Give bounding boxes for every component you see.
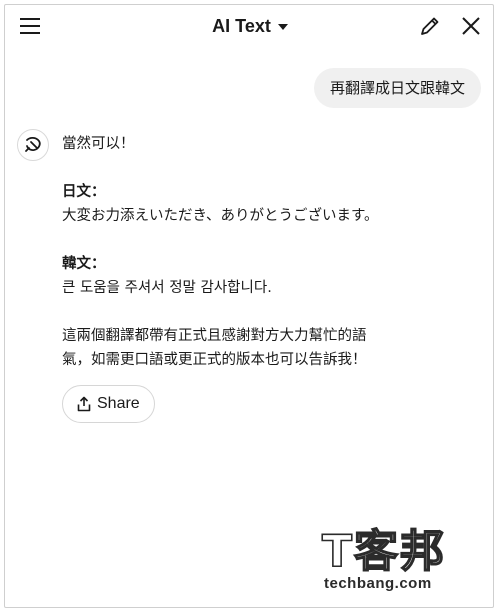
watermark-logo: T客邦	[321, 526, 447, 577]
answer-intro: 當然可以！	[62, 136, 135, 152]
korean-heading: 韓文：	[62, 256, 106, 272]
page-title: AI Text	[212, 15, 271, 36]
korean-translation: 큰 도움을 주셔서 정말 감사합니다.	[62, 280, 272, 296]
japanese-translation: 大変お力添えいただき、ありがとうございます。	[62, 208, 379, 224]
chevron-down-icon	[277, 24, 288, 30]
edit-button[interactable]	[415, 11, 445, 41]
japanese-heading: 日文：	[62, 184, 106, 200]
answer-note-line-2: 氣，如需更口語或更正式的版本也可以告訴我！	[62, 352, 367, 368]
share-icon	[77, 396, 91, 412]
close-button[interactable]	[456, 11, 486, 41]
user-message-bubble: 再翻譯成日文跟韓文	[313, 68, 481, 108]
share-label: Share	[97, 395, 140, 412]
assistant-avatar	[17, 129, 49, 161]
pencil-icon	[421, 17, 439, 35]
close-icon	[462, 17, 480, 35]
watermark-url: techbang.com	[324, 575, 432, 592]
share-button[interactable]: Share	[62, 385, 155, 423]
assistant-message: 當然可以！ 日文： 大変お力添えいただき、ありがとうございます。 韓文： 큰 도…	[62, 132, 472, 372]
header-bar: AI Text	[5, 5, 495, 45]
watermark: T客邦 techbang.com	[321, 526, 482, 594]
answer-note-line-1: 這兩個翻譯都帶有正式且感謝對方大力幫忙的語	[62, 328, 367, 344]
assistant-logo-icon	[25, 136, 41, 152]
app-window: AI Text 再翻譯成日文跟韓文 當然可以！ 日文： 大変お力添えいただき、あ…	[4, 4, 494, 608]
